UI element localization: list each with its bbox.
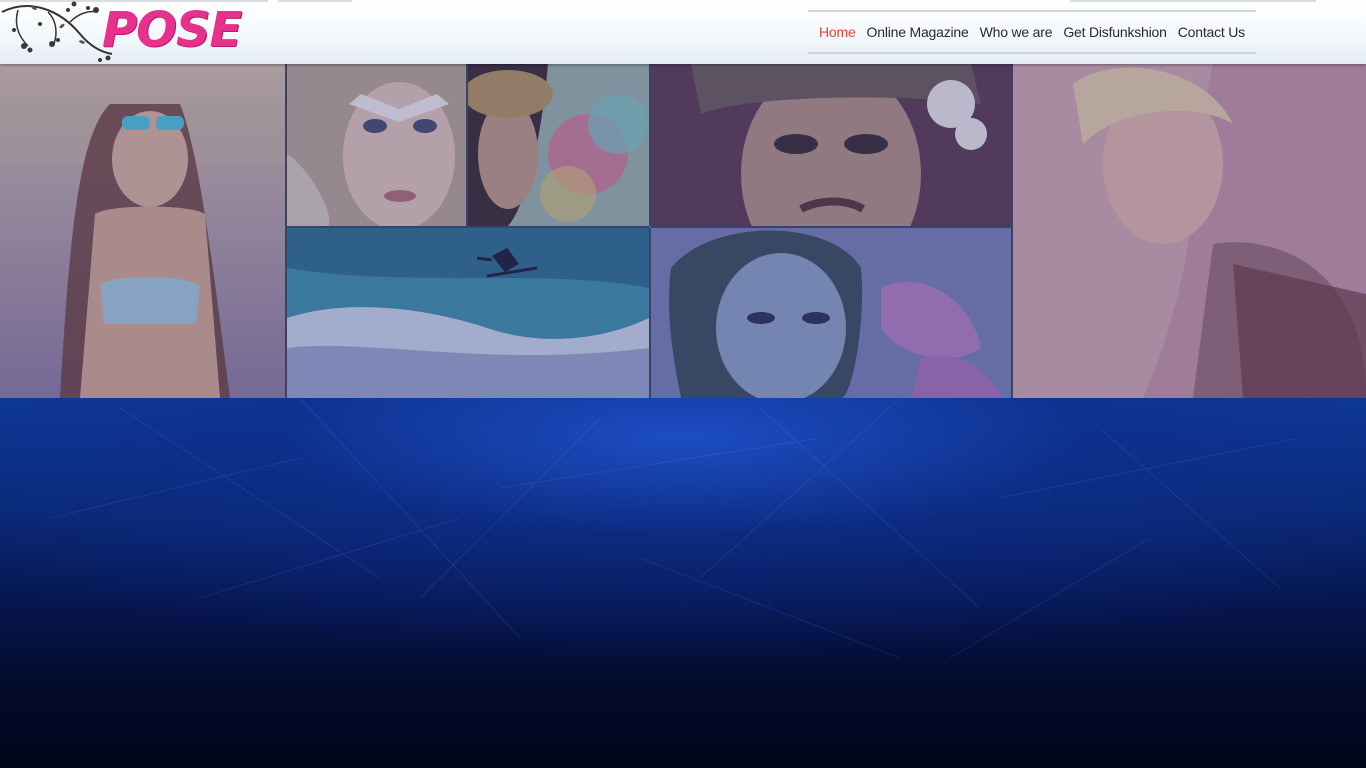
hero-tile-girl-beach-sunglasses bbox=[0, 64, 285, 398]
tile-divider bbox=[466, 64, 468, 226]
hero-collage bbox=[0, 64, 1366, 398]
tile-divider bbox=[649, 64, 651, 398]
nav-contact-us[interactable]: Contact Us bbox=[1178, 24, 1245, 40]
hero-tile-girl-hat-sunglasses bbox=[468, 64, 649, 226]
tile-divider bbox=[1011, 64, 1013, 398]
nav-get-disfunkshion[interactable]: Get Disfunkshion bbox=[1063, 24, 1167, 40]
site-header: POSE Home Online Magazine Who we are Get… bbox=[0, 0, 1366, 64]
scratch-texture bbox=[49, 398, 1301, 659]
top-rule bbox=[1070, 0, 1316, 2]
site-logo[interactable]: POSE bbox=[0, 0, 242, 64]
nav-home[interactable]: Home bbox=[819, 24, 856, 40]
hero-tile-woman-headscarf bbox=[651, 228, 1011, 398]
hero-tile-blonde-profile bbox=[1013, 64, 1366, 398]
hero-tile-woman-flower-hair bbox=[651, 64, 1011, 226]
tile-divider bbox=[285, 64, 287, 398]
nav-online-magazine[interactable]: Online Magazine bbox=[867, 24, 969, 40]
nav-who-we-are[interactable]: Who we are bbox=[980, 24, 1053, 40]
page-background bbox=[0, 398, 1366, 768]
tile-divider bbox=[287, 226, 1011, 228]
main-nav: Home Online Magazine Who we are Get Disf… bbox=[808, 10, 1256, 54]
hero-tile-face-white-paint bbox=[287, 64, 466, 226]
logo-text: POSE bbox=[102, 2, 242, 58]
top-rule bbox=[278, 0, 352, 2]
hero-tile-surfer-wave bbox=[287, 228, 649, 398]
